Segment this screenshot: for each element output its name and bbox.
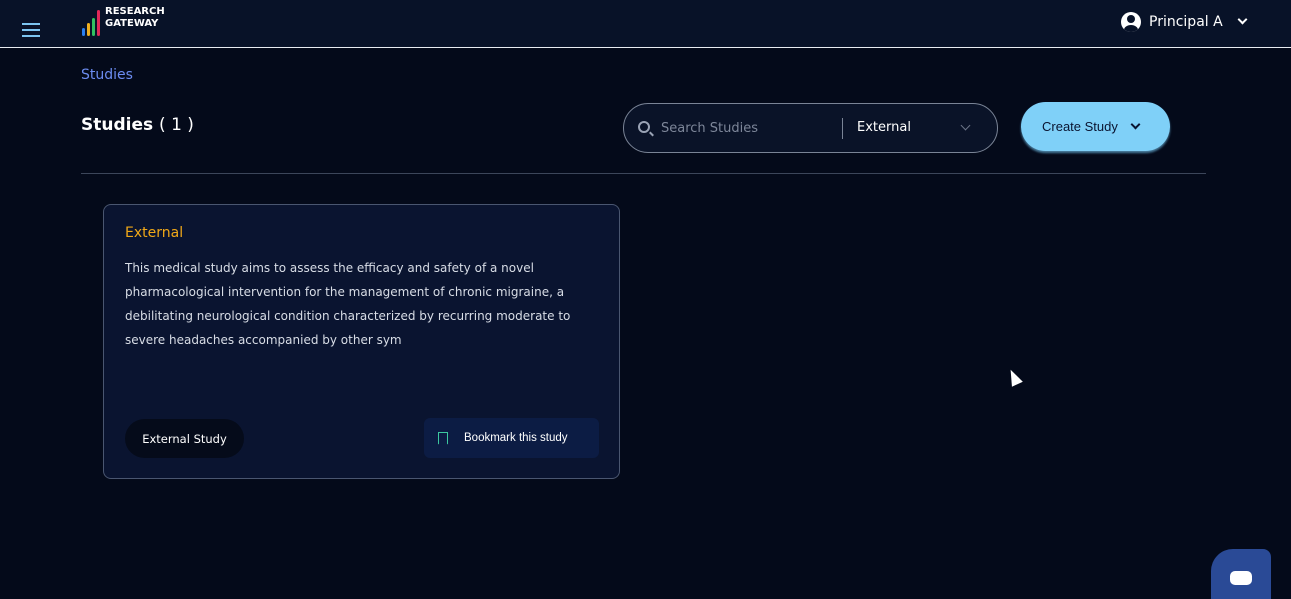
page-title: Studies ( 1 ) bbox=[81, 115, 194, 135]
user-name: Principal A bbox=[1149, 14, 1223, 30]
chevron-down-icon bbox=[1237, 14, 1248, 25]
logo[interactable]: RESEARCH GATEWAY bbox=[82, 6, 165, 36]
top-bar: RESEARCH GATEWAY Principal A bbox=[0, 0, 1291, 48]
search-icon bbox=[638, 121, 650, 133]
bookmark-label: Bookmark this study bbox=[464, 432, 568, 444]
logo-text: GATEWAY bbox=[105, 18, 159, 29]
study-count: ( 1 ) bbox=[159, 115, 194, 135]
divider bbox=[81, 173, 1206, 174]
study-type-badge: External Study bbox=[125, 419, 244, 458]
user-menu[interactable]: Principal A bbox=[1121, 12, 1248, 32]
breadcrumb-studies[interactable]: Studies bbox=[81, 67, 133, 83]
study-category: External bbox=[125, 225, 184, 241]
logo-text: RESEARCH bbox=[105, 6, 165, 17]
bookmark-button[interactable]: Bookmark this study bbox=[424, 418, 599, 458]
divider bbox=[842, 118, 843, 139]
filter-select[interactable]: External bbox=[857, 120, 911, 135]
user-avatar-icon bbox=[1121, 12, 1141, 32]
chevron-down-icon[interactable] bbox=[960, 120, 971, 131]
study-card[interactable]: External This medical study aims to asse… bbox=[103, 204, 620, 479]
mouse-cursor-icon bbox=[1005, 367, 1023, 387]
logo-bars-icon bbox=[82, 6, 100, 36]
bookmark-icon bbox=[438, 431, 448, 445]
chevron-down-icon bbox=[1130, 119, 1141, 130]
study-description: This medical study aims to assess the ef… bbox=[125, 261, 571, 347]
hamburger-menu-icon[interactable] bbox=[22, 23, 40, 41]
search-input[interactable] bbox=[661, 118, 831, 138]
search-bar: External bbox=[623, 103, 998, 153]
title-text: Studies bbox=[81, 115, 154, 135]
create-study-label: Create Study bbox=[1042, 119, 1118, 134]
chat-widget-button[interactable] bbox=[1211, 549, 1271, 599]
create-study-button[interactable]: Create Study bbox=[1021, 102, 1170, 151]
